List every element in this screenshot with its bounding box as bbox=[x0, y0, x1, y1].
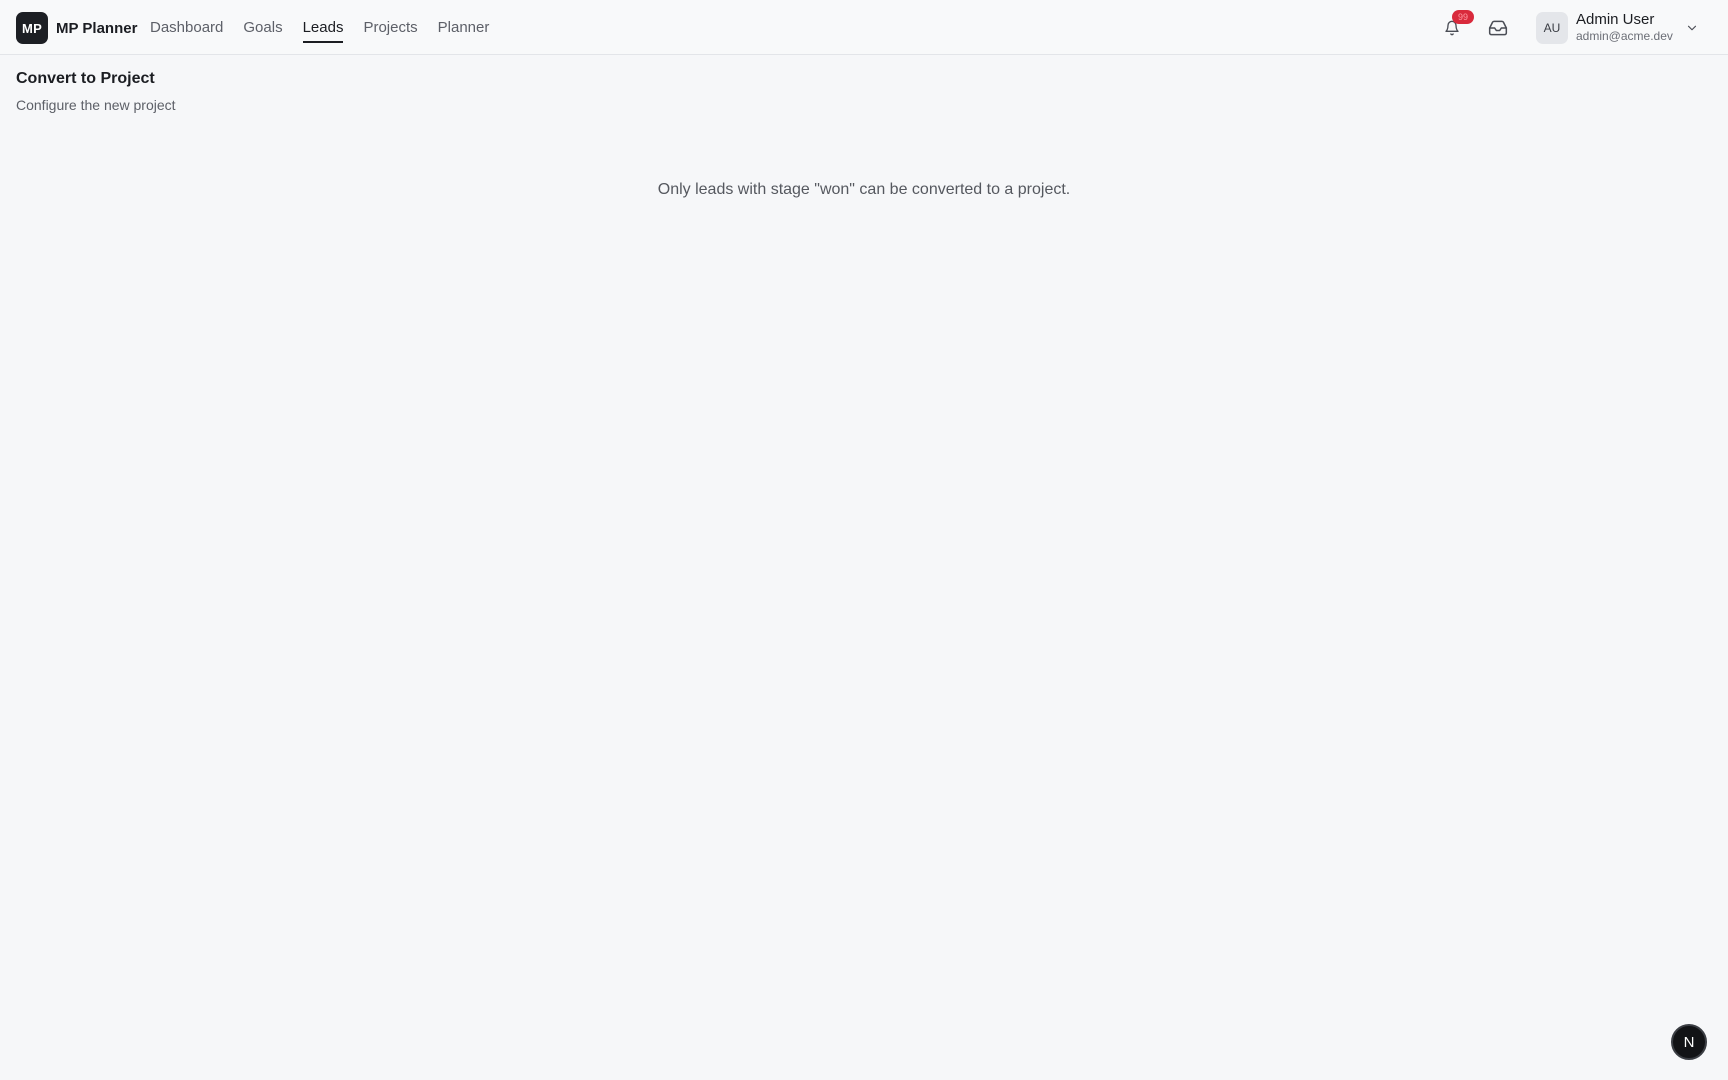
nav-item-dashboard[interactable]: Dashboard bbox=[150, 15, 223, 40]
user-info: Admin User admin@acme.dev bbox=[1576, 11, 1673, 44]
user-email: admin@acme.dev bbox=[1576, 29, 1673, 43]
conversion-notice: Only leads with stage "won" can be conve… bbox=[657, 181, 1071, 198]
notification-count-badge: 99 bbox=[1452, 10, 1474, 24]
main-nav: Dashboard Goals Leads Projects Planner bbox=[150, 0, 509, 55]
user-menu[interactable]: AU Admin User admin@acme.dev bbox=[1536, 11, 1699, 44]
inbox-button[interactable] bbox=[1484, 14, 1512, 42]
nav-item-planner[interactable]: Planner bbox=[438, 15, 490, 40]
page-subtitle: Configure the new project bbox=[16, 97, 176, 113]
chevron-down-icon[interactable] bbox=[1685, 21, 1699, 35]
page-title: Convert to Project bbox=[16, 70, 155, 87]
avatar: AU bbox=[1536, 11, 1568, 44]
notifications-button[interactable]: 99 bbox=[1438, 10, 1474, 42]
top-bar: MP MP Planner Dashboard Goals Leads Proj… bbox=[0, 0, 1728, 55]
brand[interactable]: MP MP Planner bbox=[16, 12, 137, 44]
brand-logo: MP bbox=[16, 12, 48, 44]
nav-item-leads[interactable]: Leads bbox=[302, 15, 343, 43]
nav-item-projects[interactable]: Projects bbox=[363, 15, 417, 40]
nav-item-goals[interactable]: Goals bbox=[243, 15, 282, 40]
inbox-icon bbox=[1488, 20, 1508, 36]
floating-action-button[interactable]: N bbox=[1671, 1024, 1707, 1060]
brand-name: MP Planner bbox=[56, 19, 138, 37]
user-name: Admin User bbox=[1576, 11, 1655, 28]
